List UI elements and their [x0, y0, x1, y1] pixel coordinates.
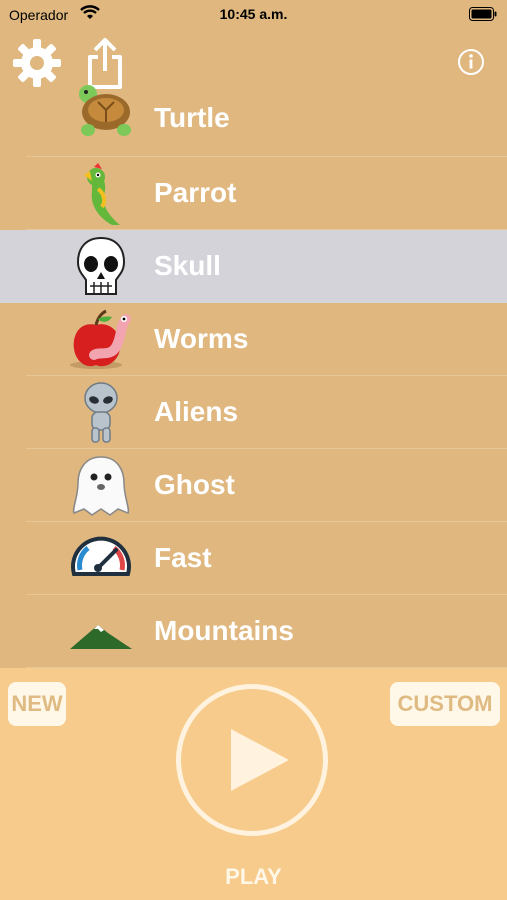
worm-apple-icon	[70, 309, 131, 369]
ghost-icon	[72, 456, 130, 516]
info-icon[interactable]	[457, 48, 485, 76]
gear-icon[interactable]	[11, 37, 63, 89]
list-item-label: Turtle	[154, 102, 230, 133]
alien-icon	[84, 382, 118, 443]
speedometer-icon	[71, 536, 131, 576]
list-item-ghost[interactable]: Ghost	[0, 449, 507, 522]
turtle-icon	[79, 85, 131, 136]
parrot-icon	[84, 163, 120, 225]
list-item-parrot[interactable]: Parrot	[0, 157, 507, 230]
list-item-mountains[interactable]: Mountains	[0, 595, 507, 668]
list-item-turtle[interactable]: Turtle	[0, 84, 507, 157]
list-item-label: Worms	[154, 323, 249, 354]
battery-icon	[469, 7, 497, 21]
list-item-label: Mountains	[154, 615, 294, 646]
list-item-worms[interactable]: Worms	[0, 303, 507, 376]
list-item-label: Ghost	[154, 469, 235, 500]
list-item-label: Fast	[154, 542, 212, 573]
song-list: Turtle Parrot Skull Worms Aliens Ghost F…	[0, 84, 507, 668]
play-button[interactable]	[176, 684, 328, 836]
skull-icon	[76, 236, 126, 295]
list-item-skull[interactable]: Skull	[0, 230, 507, 303]
new-button[interactable]: NEW	[8, 682, 66, 726]
share-icon[interactable]	[84, 37, 126, 91]
custom-button[interactable]: CUSTOM	[390, 682, 500, 726]
mountain-icon	[70, 625, 132, 649]
play-label: PLAY	[225, 864, 282, 889]
status-time: 10:45 a.m.	[219, 6, 288, 22]
list-item-label: Parrot	[154, 177, 237, 208]
toolbar	[0, 32, 507, 92]
player-footer: NEW CUSTOM PLAY	[0, 668, 507, 900]
play-icon	[231, 729, 289, 791]
list-item-fast[interactable]: Fast	[0, 522, 507, 595]
list-item-label: Aliens	[154, 396, 239, 427]
list-item-aliens[interactable]: Aliens	[0, 376, 507, 449]
list-item-label: Skull	[154, 250, 221, 281]
status-bar: Operador 10:45 a.m.	[0, 0, 507, 30]
